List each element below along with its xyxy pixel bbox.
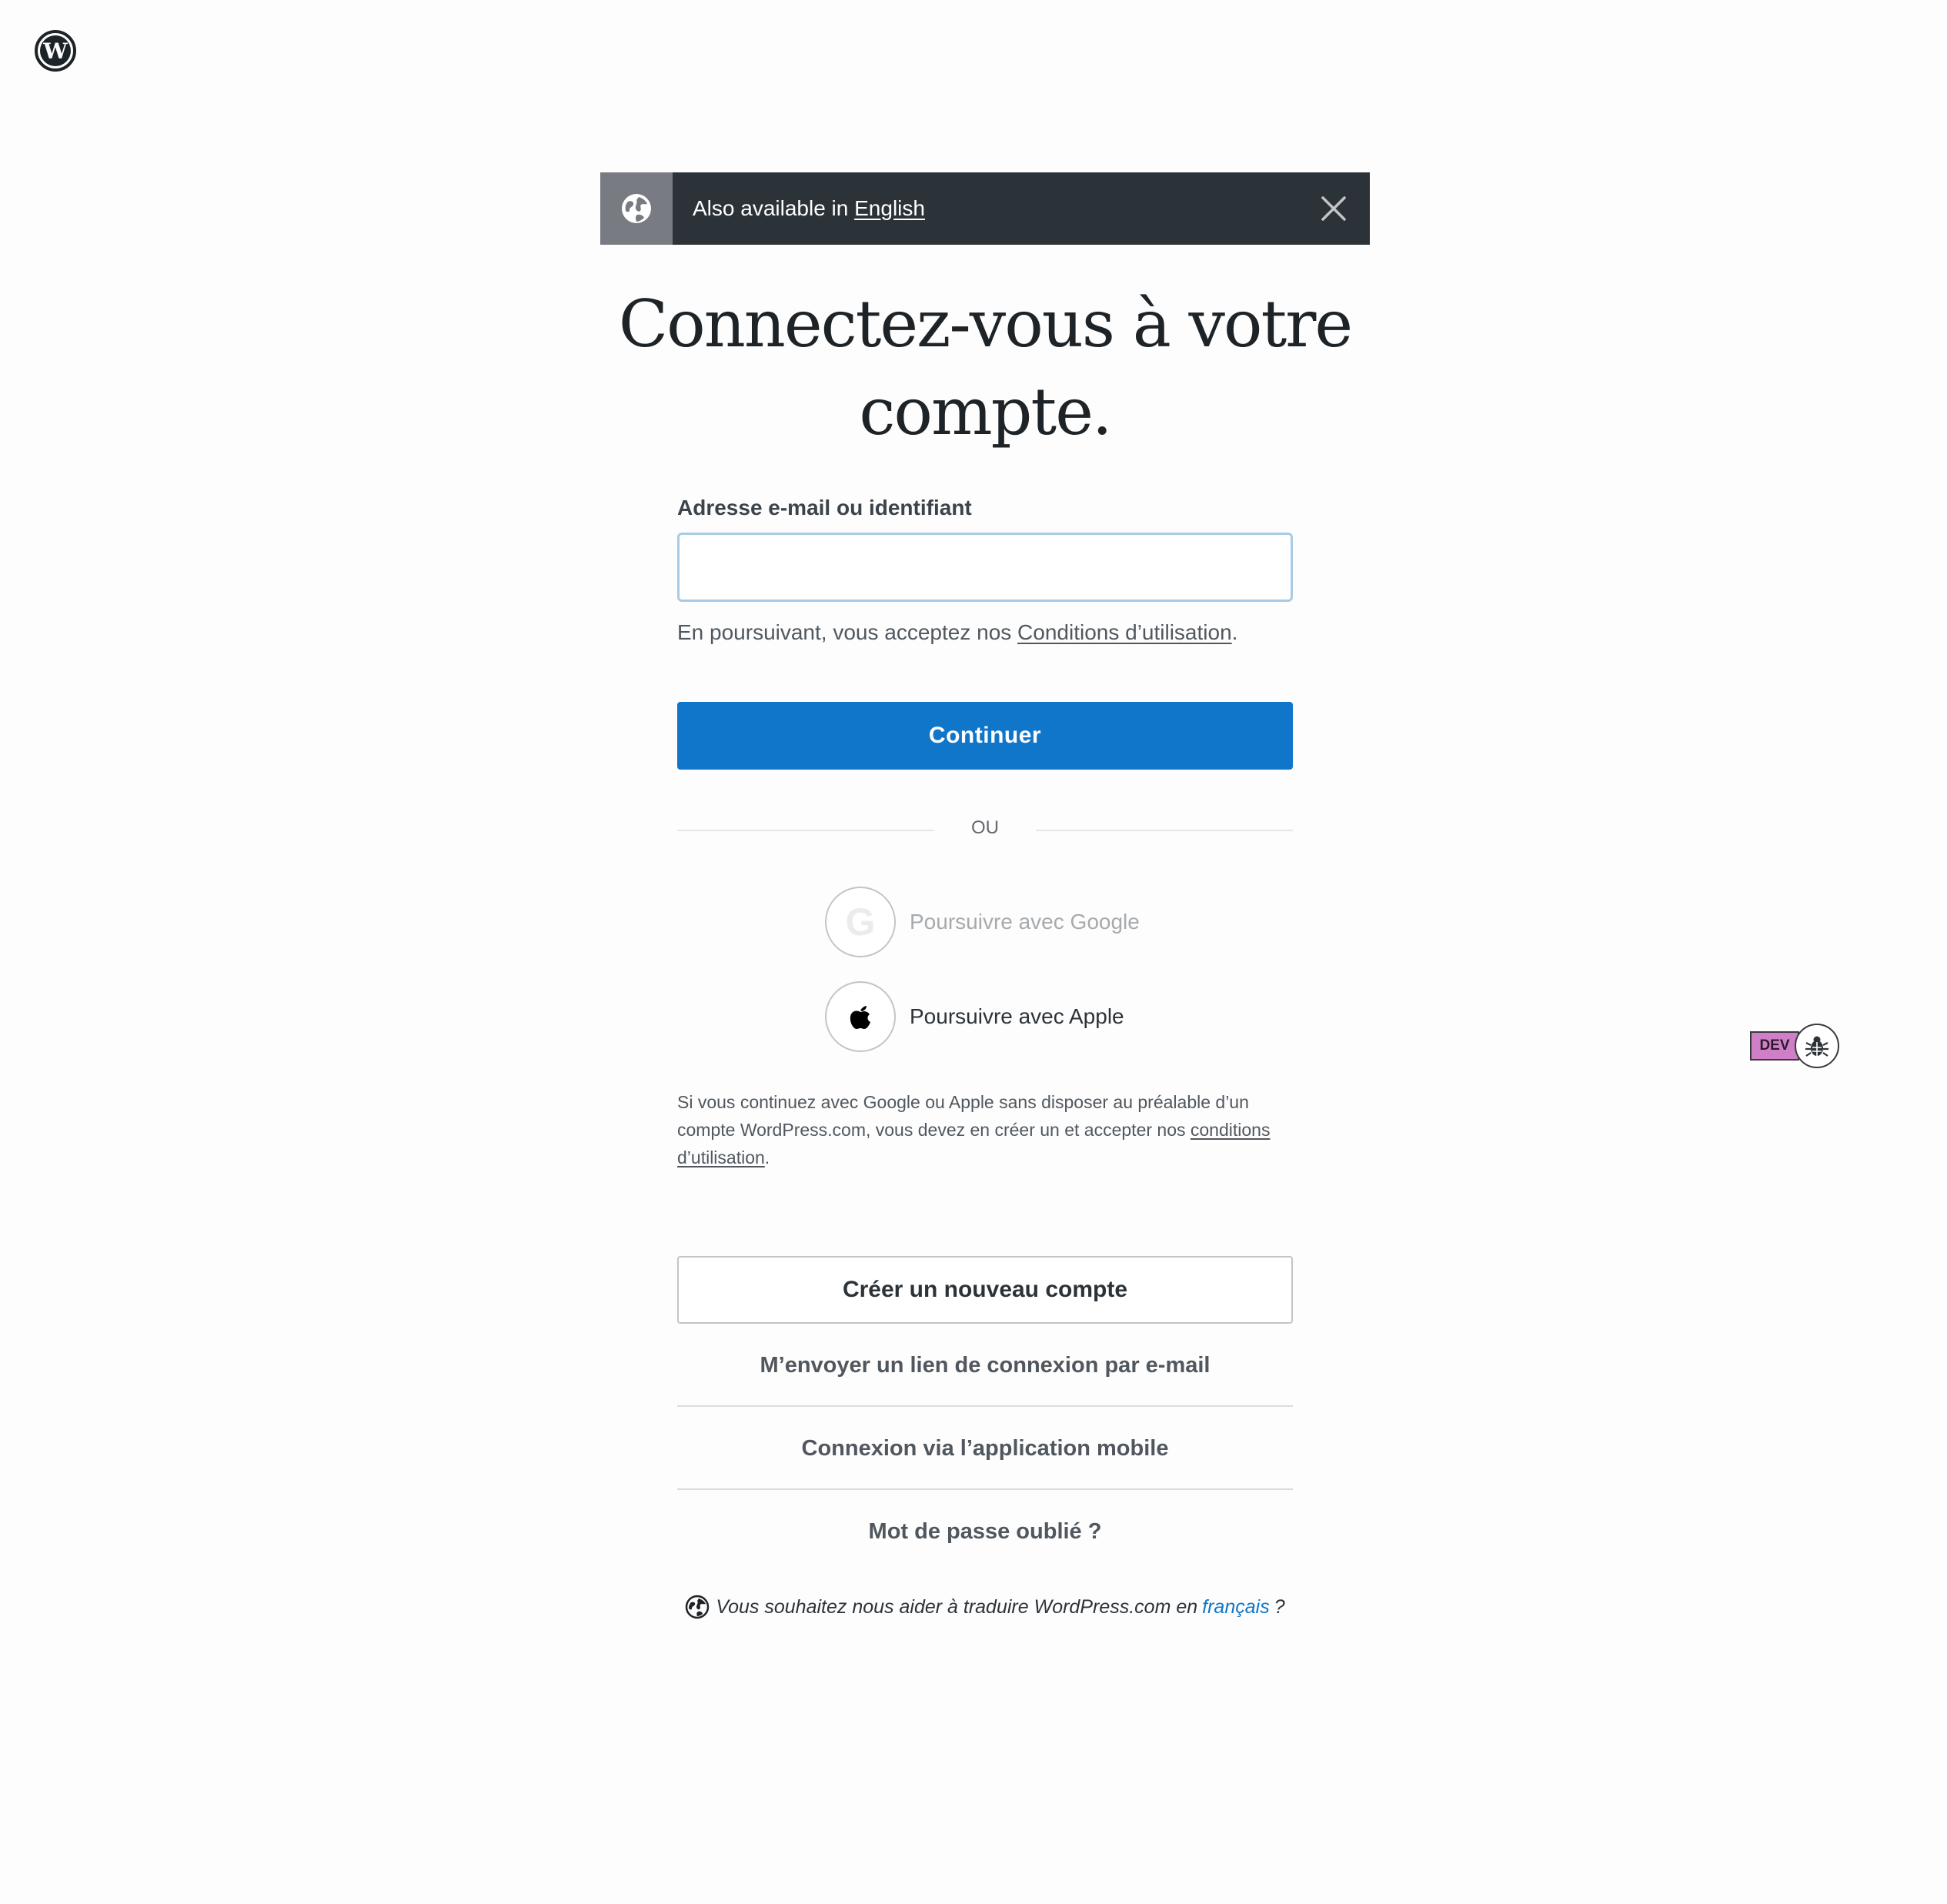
- social-login-notice: Si vous continuez avec Google ou Apple s…: [677, 1088, 1293, 1171]
- google-icon: G: [845, 900, 876, 944]
- create-account-button[interactable]: Créer un nouveau compte: [677, 1256, 1293, 1324]
- translate-french-link[interactable]: français: [1202, 1596, 1270, 1618]
- apple-icon-circle: [825, 981, 896, 1052]
- dev-badge[interactable]: DEV: [1750, 1031, 1799, 1061]
- or-divider: OU: [677, 817, 1293, 843]
- globe-icon: [622, 194, 651, 223]
- bug-report-button[interactable]: [1795, 1024, 1839, 1068]
- tos-suffix: .: [1231, 620, 1238, 644]
- locale-close-button[interactable]: [1297, 172, 1370, 245]
- google-login-button[interactable]: G Poursuivre avec Google: [825, 887, 1140, 957]
- social-note-suffix: .: [764, 1147, 770, 1167]
- locale-globe-box: [600, 172, 673, 245]
- page-title: Connectez-vous à votre compte.: [618, 286, 1353, 449]
- divider-line-right: [1036, 830, 1293, 831]
- apple-login-button[interactable]: Poursuivre avec Apple: [825, 981, 1124, 1052]
- or-label: OU: [971, 817, 999, 838]
- dev-tools-widget[interactable]: DEV: [1750, 1024, 1839, 1068]
- google-login-label: Poursuivre avec Google: [910, 910, 1140, 934]
- locale-text: Also available in English: [693, 196, 1297, 221]
- email-field[interactable]: [677, 533, 1293, 602]
- mobile-app-login-button[interactable]: Connexion via l’application mobile: [677, 1407, 1293, 1490]
- tos-notice: En poursuivant, vous acceptez nos Condit…: [677, 620, 1237, 645]
- email-login-link-button[interactable]: M’envoyer un lien de connexion par e-mai…: [677, 1324, 1293, 1407]
- social-note-text: Si vous continuez avec Google ou Apple s…: [677, 1092, 1249, 1140]
- globe-icon: [686, 1595, 710, 1619]
- wordpress-logo[interactable]: W: [34, 29, 77, 72]
- translate-suffix: ?: [1274, 1595, 1285, 1618]
- svg-text:W: W: [42, 38, 68, 64]
- tos-prefix: En poursuivant, vous acceptez nos: [677, 620, 1012, 644]
- locale-english-link[interactable]: English: [854, 196, 925, 220]
- google-icon-circle: G: [825, 887, 896, 957]
- translate-text: Vous souhaitez nous aider à traduire Wor…: [716, 1595, 1198, 1618]
- forgot-password-link[interactable]: Mot de passe oublié ?: [677, 1490, 1293, 1573]
- apple-icon: [850, 1006, 870, 1029]
- locale-banner: Also available in English: [600, 172, 1370, 245]
- tos-link[interactable]: Conditions d’utilisation: [1017, 620, 1232, 644]
- continue-button[interactable]: Continuer: [677, 702, 1293, 770]
- bug-icon: [1805, 1036, 1828, 1057]
- close-icon: [1321, 196, 1346, 221]
- apple-login-label: Poursuivre avec Apple: [910, 1004, 1124, 1028]
- locale-text-label: Also available in: [693, 196, 849, 220]
- email-label: Adresse e-mail ou identifiant: [677, 496, 972, 519]
- translate-invite: Vous souhaitez nous aider à traduire Wor…: [677, 1595, 1293, 1619]
